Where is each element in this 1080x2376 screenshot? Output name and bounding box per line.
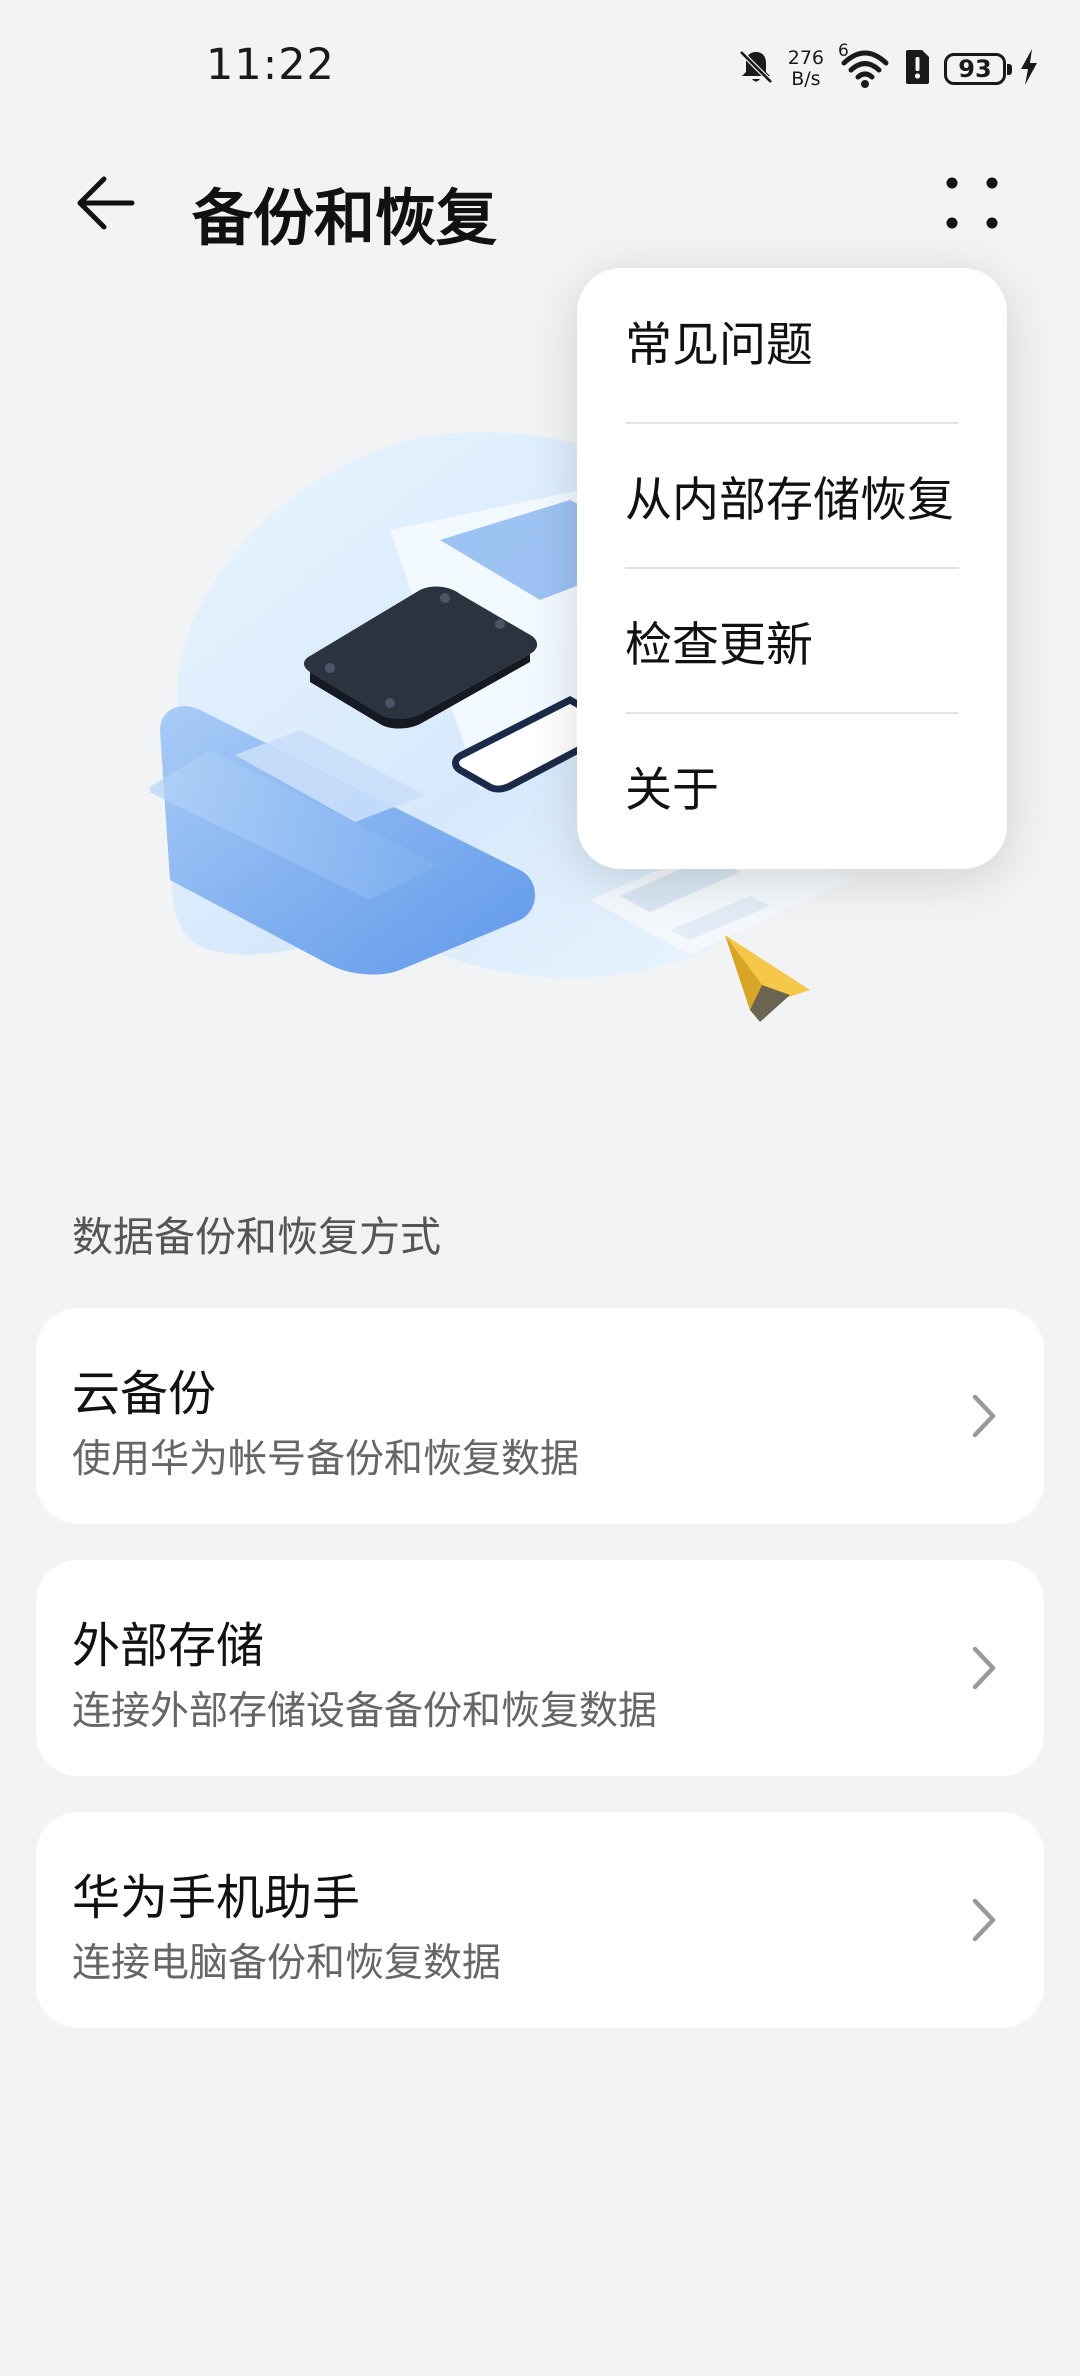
chevron-right-icon — [964, 1638, 1004, 1698]
wifi-icon: 6 — [838, 41, 890, 91]
option-subtitle: 使用华为帐号备份和恢复数据 — [72, 1437, 580, 1482]
section-title: 数据备份和恢复方式 — [72, 1213, 441, 1261]
menu-item-faq[interactable]: 常见问题 — [625, 268, 959, 412]
status-bar: 11:22 276 B/s 6 93 — [0, 0, 1080, 130]
more-dots-icon — [944, 175, 1000, 235]
status-icons: 276 B/s 6 93 — [736, 41, 1040, 94]
overflow-menu: 常见问题 从内部存储恢复 检查更新 关于 — [577, 268, 1007, 869]
battery-level: 93 — [958, 55, 992, 83]
arrow-left-icon — [74, 173, 138, 237]
battery-icon: 93 — [944, 53, 1012, 85]
option-title: 云备份 — [72, 1366, 217, 1422]
status-time: 11:22 — [206, 40, 335, 90]
sim-alert-icon — [902, 48, 932, 90]
net-speed-value: 276 — [787, 47, 824, 69]
menu-item-about[interactable]: 关于 — [625, 713, 959, 857]
app-header: 备份和恢复 — [0, 150, 1080, 260]
menu-item-check-update[interactable]: 检查更新 — [625, 568, 959, 712]
menu-item-restore-internal[interactable]: 从内部存储恢复 — [625, 423, 959, 567]
chevron-right-icon — [964, 1386, 1004, 1446]
bell-muted-icon — [736, 47, 776, 91]
option-card-phone-assistant[interactable]: 华为手机助手 连接电脑备份和恢复数据 — [36, 1812, 1044, 2028]
page-title: 备份和恢复 — [192, 183, 498, 254]
back-button[interactable] — [66, 170, 146, 240]
option-title: 外部存储 — [72, 1618, 265, 1674]
wifi-badge: 6 — [838, 41, 849, 61]
option-title: 华为手机助手 — [72, 1870, 361, 1926]
chevron-right-icon — [964, 1890, 1004, 1950]
option-card-cloud-backup[interactable]: 云备份 使用华为帐号备份和恢复数据 — [36, 1308, 1044, 1524]
more-button[interactable] — [930, 170, 1014, 240]
charging-icon — [1018, 47, 1040, 91]
option-subtitle: 连接外部存储设备备份和恢复数据 — [72, 1689, 658, 1734]
option-subtitle: 连接电脑备份和恢复数据 — [72, 1941, 502, 1986]
option-card-external-storage[interactable]: 外部存储 连接外部存储设备备份和恢复数据 — [36, 1560, 1044, 1776]
net-speed: 276 B/s — [788, 48, 824, 90]
net-speed-unit: B/s — [791, 68, 821, 90]
